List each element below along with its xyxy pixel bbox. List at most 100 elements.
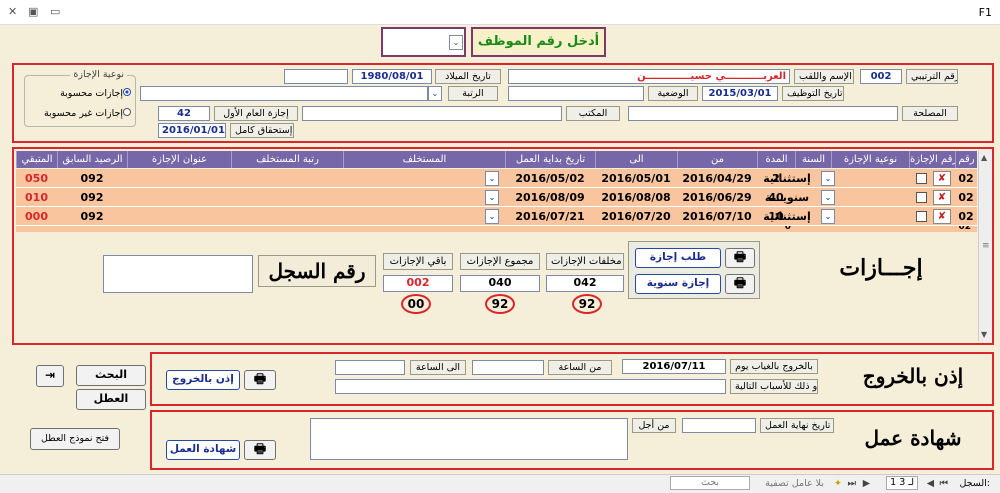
row-checkbox[interactable] — [916, 192, 927, 203]
nav-prev-icon[interactable]: ◀ — [927, 475, 934, 492]
exit-from-field[interactable] — [472, 360, 544, 375]
record-number-field[interactable] — [103, 255, 253, 293]
radio-checked-icon[interactable] — [123, 88, 131, 96]
exit-app-icon[interactable]: ⇥ — [36, 365, 64, 387]
row-from[interactable]: 2016/04/29 — [677, 169, 757, 188]
row-to[interactable]: 2016/08/08 — [595, 188, 677, 207]
work-cert-button[interactable]: شهادة العمل — [166, 440, 240, 460]
table-row[interactable]: 02 إستثنائية 10 2016/07/10 2016/07/20 2016/07… — [16, 207, 977, 226]
col-start: تاريخ بداية العمل — [505, 151, 595, 168]
total-field[interactable]: 040 — [460, 275, 540, 292]
nav-new-icon[interactable]: ✦ — [834, 475, 842, 492]
print-annual-icon[interactable]: 🖶 — [725, 274, 755, 294]
employee-selector[interactable]: ⌄ — [381, 27, 466, 57]
scroll-grip-icon[interactable]: ≡ — [982, 241, 990, 251]
row-num[interactable]: 02 — [955, 188, 977, 207]
row-to[interactable]: 2016/05/01 — [595, 169, 677, 188]
filter-status[interactable]: بلا عامل تصفية — [765, 475, 824, 492]
row-prev-balance[interactable]: 092 — [57, 188, 127, 207]
row-remaining[interactable]: 000 — [16, 207, 57, 226]
row-remaining[interactable]: 050 — [16, 169, 57, 188]
type-chevron-icon[interactable]: ⌄ — [821, 171, 835, 186]
rank-field[interactable] — [140, 86, 428, 101]
replacement-chevron-icon[interactable]: ⌄ — [485, 209, 499, 224]
row-start[interactable]: 2016/08/09 — [505, 188, 595, 207]
print-exit-icon[interactable]: 🖶 — [244, 370, 276, 390]
leave-type-group: نوعية الإجازة إجازات محسوبة إجازات غير م… — [24, 69, 136, 127]
remain-field[interactable]: 002 — [383, 275, 453, 292]
row-prev-balance[interactable]: 092 — [57, 169, 127, 188]
delete-icon[interactable]: ✘ — [933, 190, 951, 205]
scroll-up-icon[interactable]: ▲ — [981, 153, 987, 162]
type-chevron-icon[interactable]: ⌄ — [821, 209, 835, 224]
table-scrollbar[interactable]: ▲ ▼ ≡ — [978, 151, 992, 341]
exit-reason-field[interactable] — [335, 379, 726, 394]
window-titlebar: ✕ ▣ ▭ F1 — [0, 0, 1000, 25]
row-start[interactable]: 2016/07/21 — [505, 207, 595, 226]
rank-chevron-icon[interactable]: ⌄ — [428, 86, 442, 101]
minimize-icon[interactable]: ▭ — [50, 5, 60, 18]
record-position[interactable]: 1 لـ 3 — [886, 476, 918, 490]
row-duration[interactable]: 10 — [757, 207, 795, 226]
open-holidays-form-button[interactable]: فتح نموذج العطل — [30, 428, 120, 450]
restore-icon[interactable]: ▣ — [28, 5, 38, 18]
replacement-chevron-icon[interactable]: ⌄ — [485, 190, 499, 205]
cert-end-field[interactable] — [682, 418, 756, 433]
cert-for-field[interactable] — [310, 418, 628, 460]
exit-permit-title: إذن بالخروج — [862, 364, 964, 388]
radio-not-counted[interactable]: إجازات غير محسوبة — [44, 108, 131, 119]
nav-first-icon[interactable]: ⏮ — [939, 475, 948, 492]
hire-field[interactable]: 2015/03/01 — [702, 86, 778, 101]
exit-day-field[interactable]: 2016/07/11 — [622, 359, 726, 374]
row-duration[interactable]: 2 — [757, 169, 795, 188]
exit-permit-button[interactable]: إذن بالخروج — [166, 370, 240, 390]
row-num[interactable]: 02 — [955, 169, 977, 188]
name-field[interactable]: العربـــــــــــي حسيـــــــــــــن — [508, 69, 790, 84]
office-field[interactable] — [302, 106, 562, 121]
arrears-field[interactable]: 042 — [546, 275, 624, 292]
table-row[interactable]: 02 إستثنائية 2 2016/04/29 2016/05/01 2016/05/… — [16, 169, 977, 188]
print-request-icon[interactable]: 🖶 — [725, 248, 755, 268]
radio-counted[interactable]: إجازات محسوبة — [60, 88, 131, 99]
row-checkbox[interactable] — [916, 173, 927, 184]
search-box[interactable]: بحث — [670, 476, 750, 490]
birth-extra-field[interactable] — [284, 69, 348, 84]
table-row[interactable]: 02 سنويـــة 40 2016/06/29 2016/08/08 2016/08/… — [16, 188, 977, 207]
row-to[interactable]: 2016/07/20 — [595, 207, 677, 226]
delete-icon[interactable]: ✘ — [933, 209, 951, 224]
close-icon[interactable]: ✕ — [8, 5, 17, 18]
scroll-down-icon[interactable]: ▼ — [981, 330, 987, 339]
search-button[interactable]: البحث — [76, 365, 146, 386]
radio-unchecked-icon[interactable] — [123, 108, 131, 116]
row-duration[interactable]: 40 — [757, 188, 795, 207]
total-label: مجموع الإجازات — [460, 253, 540, 270]
partial-num: 02 — [958, 226, 971, 232]
chevron-down-icon[interactable]: ⌄ — [449, 35, 463, 50]
employee-select-value[interactable] — [385, 35, 447, 51]
row-remaining[interactable]: 010 — [16, 188, 57, 207]
type-chevron-icon[interactable]: ⌄ — [821, 190, 835, 205]
dept-field[interactable] — [628, 106, 898, 121]
row-from[interactable]: 2016/06/29 — [677, 188, 757, 207]
leave-request-button[interactable]: طلب إجازة — [635, 248, 721, 268]
exit-to-field[interactable] — [335, 360, 405, 375]
nav-next-icon[interactable]: ▶ — [863, 475, 870, 492]
annual-leave-button[interactable]: إجازة سنوية — [635, 274, 721, 294]
row-checkbox[interactable] — [916, 211, 927, 222]
print-cert-icon[interactable]: 🖶 — [244, 440, 276, 460]
row-from[interactable]: 2016/07/10 — [677, 207, 757, 226]
annual-field[interactable]: 42 — [158, 106, 210, 121]
nav-last-icon[interactable]: ⏭ — [847, 475, 856, 492]
row-start[interactable]: 2016/05/02 — [505, 169, 595, 188]
full-field[interactable]: 2016/01/01 — [158, 123, 226, 138]
seq-field[interactable]: 002 — [860, 69, 902, 84]
birth-field[interactable]: 1980/08/01 — [352, 69, 432, 84]
delete-icon[interactable]: ✘ — [933, 171, 951, 186]
leave-actions-group: 🖶 طلب إجازة 🖶 إجازة سنوية — [628, 241, 760, 299]
replacement-chevron-icon[interactable]: ⌄ — [485, 171, 499, 186]
employee-number-title: أدخل رقم الموظف — [471, 27, 606, 57]
status-field[interactable] — [508, 86, 644, 101]
holidays-button[interactable]: العطل — [76, 389, 146, 410]
row-prev-balance[interactable]: 092 — [57, 207, 127, 226]
row-num[interactable]: 02 — [955, 207, 977, 226]
